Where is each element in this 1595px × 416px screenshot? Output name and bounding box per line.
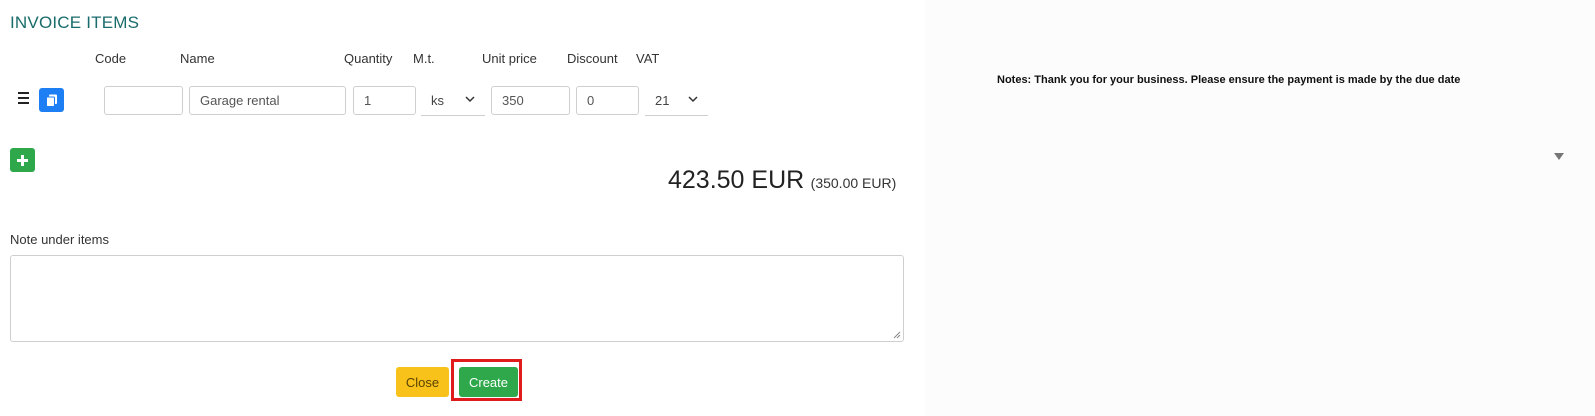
notes-panel: [925, 0, 1595, 416]
add-item-button[interactable]: [10, 148, 35, 172]
unit-select-value: ks: [431, 93, 444, 108]
column-header-unit-price: Unit price: [482, 51, 537, 66]
note-textarea[interactable]: [10, 255, 904, 342]
copy-item-button[interactable]: [39, 88, 64, 112]
vat-select[interactable]: 21: [645, 86, 708, 116]
notes-text: Notes: Thank you for your business. Plea…: [997, 74, 1461, 86]
unit-select[interactable]: ks: [421, 86, 485, 116]
note-label: Note under items: [10, 232, 109, 247]
name-input[interactable]: Garage rental: [189, 86, 346, 115]
column-header-discount: Discount: [567, 51, 618, 66]
plus-icon: [17, 154, 28, 166]
column-header-quantity: Quantity: [344, 51, 393, 66]
column-header-code: Code: [95, 51, 127, 66]
unit-price-input[interactable]: 350: [491, 86, 570, 115]
column-header-unit: M.t.: [413, 51, 435, 66]
discount-input[interactable]: 0: [576, 86, 639, 115]
close-button[interactable]: Close: [396, 367, 449, 397]
column-header-vat: VAT: [636, 51, 660, 66]
drag-handle-icon[interactable]: [18, 92, 32, 106]
create-button[interactable]: Create: [459, 367, 518, 397]
section-title: INVOICE ITEMS: [10, 13, 140, 32]
invoice-total: 423.50 EUR (350.00 EUR): [668, 166, 896, 195]
vat-select-value: 21: [655, 93, 670, 108]
copy-icon: [45, 94, 57, 107]
column-header-name: Name: [180, 51, 215, 66]
subtotal-amount: (350.00 EUR): [810, 175, 897, 191]
code-input[interactable]: [104, 86, 183, 115]
total-amount: 423.50 EUR: [668, 166, 805, 194]
chevron-down-icon: [465, 96, 475, 103]
scroll-down-icon[interactable]: [1554, 153, 1564, 161]
invoice-items-page: INVOICE ITEMS Code Name Quantity M.t. Un…: [0, 0, 1595, 416]
chevron-down-icon: [688, 96, 698, 103]
quantity-input[interactable]: 1: [353, 86, 416, 115]
resize-grip-icon[interactable]: [893, 331, 901, 339]
